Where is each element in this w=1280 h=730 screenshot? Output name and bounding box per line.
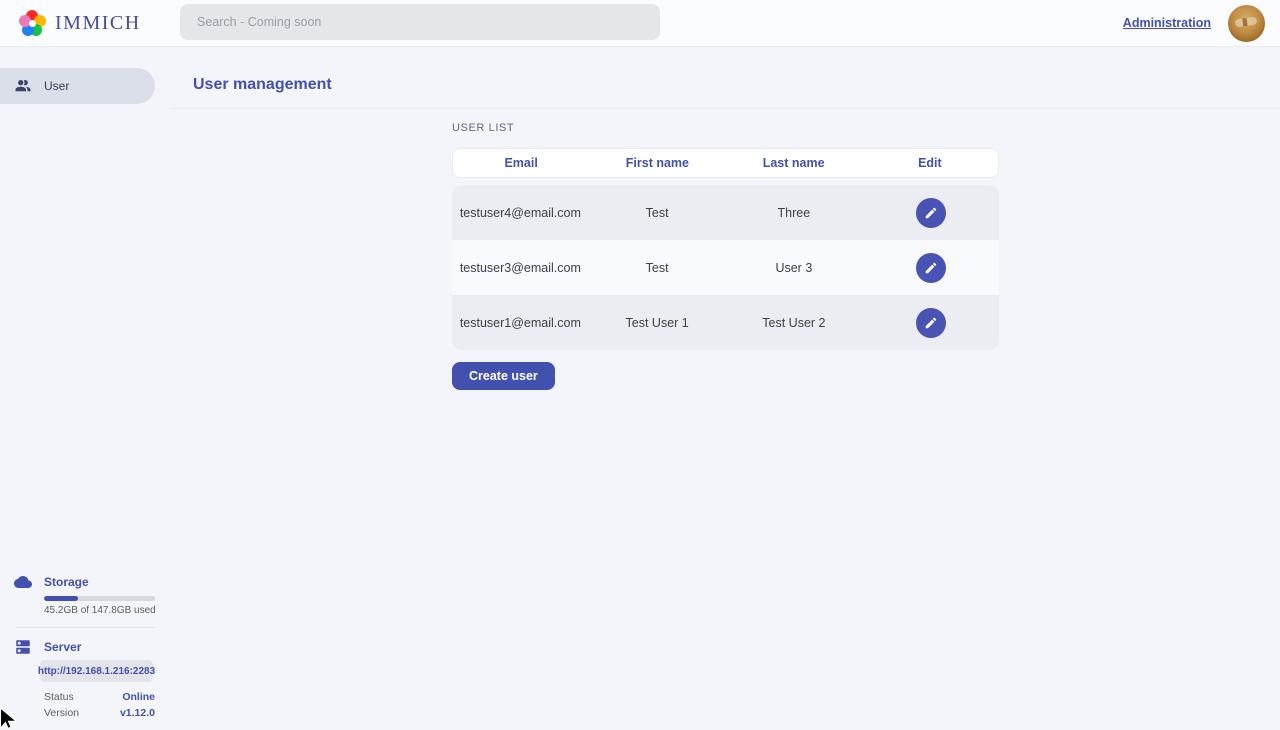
- immich-logo-icon: [19, 10, 46, 37]
- version-label: Version: [44, 707, 79, 719]
- cell-first-name: Test: [589, 261, 726, 275]
- edit-user-button[interactable]: [916, 253, 946, 283]
- administration-link[interactable]: Administration: [1123, 16, 1211, 30]
- server-icon: [14, 638, 32, 656]
- top-bar: IMMICH Administration: [0, 0, 1280, 47]
- page-title: User management: [193, 76, 1280, 94]
- server-title: Server: [44, 640, 81, 654]
- user-list-label: USER LIST: [452, 122, 999, 134]
- table-row: testuser1@email.com Test User 1 Test Use…: [452, 295, 999, 350]
- server-status-row: Status Online: [44, 691, 155, 703]
- status-label: Status: [44, 691, 74, 703]
- server-url-chip: http://192.168.1.216:2283: [40, 660, 153, 682]
- edit-user-button[interactable]: [916, 308, 946, 338]
- pencil-icon: [924, 316, 938, 330]
- server-header: Server: [0, 638, 171, 656]
- server-version-row: Version v1.12.0: [44, 707, 155, 719]
- sidebar-item-user-label: User: [44, 79, 69, 93]
- search-input[interactable]: [180, 4, 660, 40]
- storage-header: Storage: [0, 573, 171, 591]
- sidebar: User Storage 45.2GB of 147.8GB used: [0, 47, 171, 730]
- cell-email: testuser4@email.com: [452, 206, 589, 220]
- sidebar-divider: [16, 627, 155, 628]
- cell-first-name: Test User 1: [589, 316, 726, 330]
- brand-wordmark: IMMICH: [55, 12, 141, 35]
- cell-email: testuser1@email.com: [452, 316, 589, 330]
- storage-usage-text: 45.2GB of 147.8GB used: [44, 605, 171, 616]
- status-value: Online: [122, 691, 155, 703]
- table-row: testuser4@email.com Test Three: [452, 185, 999, 240]
- user-table: testuser4@email.com Test Three testuser3…: [452, 185, 999, 350]
- create-user-button[interactable]: Create user: [452, 362, 555, 390]
- pencil-icon: [924, 261, 938, 275]
- cell-first-name: Test: [589, 206, 726, 220]
- user-avatar[interactable]: [1228, 5, 1265, 42]
- cell-email: testuser3@email.com: [452, 261, 589, 275]
- storage-title: Storage: [44, 575, 89, 589]
- brand[interactable]: IMMICH: [0, 10, 141, 37]
- logo-center-dot: [29, 20, 36, 27]
- column-header-first-name: First name: [589, 156, 725, 170]
- column-header-edit: Edit: [862, 156, 998, 170]
- cell-last-name: User 3: [726, 261, 863, 275]
- users-icon: [14, 77, 32, 95]
- table-row: testuser3@email.com Test User 3: [452, 240, 999, 295]
- sidebar-item-user[interactable]: User: [0, 68, 155, 104]
- storage-progress-fill: [44, 596, 78, 601]
- column-header-last-name: Last name: [726, 156, 862, 170]
- main-content: User management USER LIST Email First na…: [171, 47, 1280, 730]
- column-header-email: Email: [453, 156, 589, 170]
- sidebar-bottom: Storage 45.2GB of 147.8GB used Server ht…: [0, 573, 171, 719]
- topbar-right: Administration: [1123, 5, 1280, 42]
- pencil-icon: [924, 206, 938, 220]
- cloud-icon: [14, 573, 32, 591]
- cell-last-name: Three: [726, 206, 863, 220]
- version-value: v1.12.0: [120, 707, 155, 719]
- edit-user-button[interactable]: [916, 198, 946, 228]
- cell-last-name: Test User 2: [726, 316, 863, 330]
- main-divider: [171, 108, 1280, 109]
- user-table-header: Email First name Last name Edit: [452, 148, 999, 178]
- storage-progress-bar: [44, 596, 155, 601]
